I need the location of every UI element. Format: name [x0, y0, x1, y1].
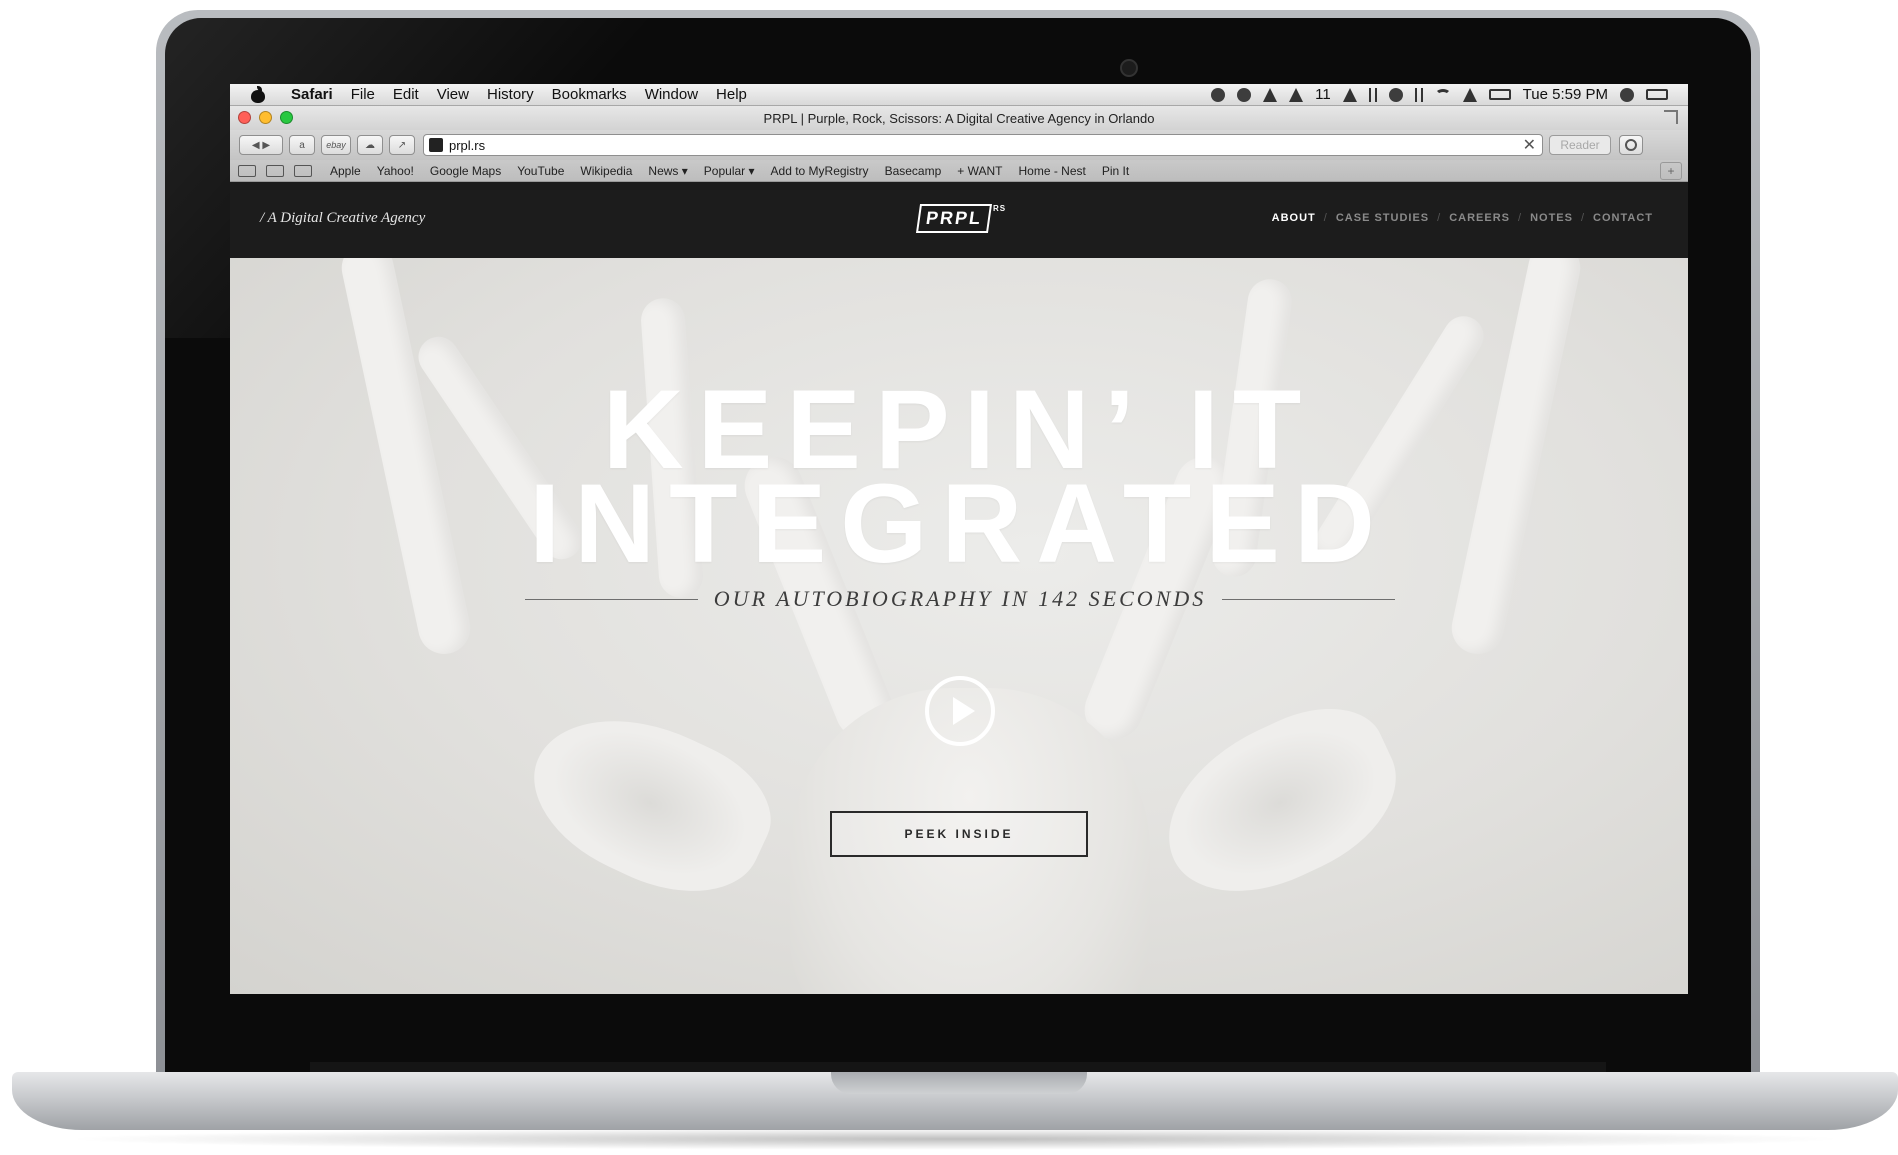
bookmark-wikipedia[interactable]: Wikipedia: [572, 164, 640, 178]
wifi-icon[interactable]: [1434, 88, 1451, 101]
reader-button[interactable]: Reader: [1549, 135, 1611, 155]
bookmark-yahoo[interactable]: Yahoo!: [369, 164, 422, 178]
menu-help[interactable]: Help: [707, 86, 756, 103]
bookmark-youtube[interactable]: YouTube: [509, 164, 572, 178]
nav-careers[interactable]: CAREERS: [1444, 212, 1515, 224]
hero-subtitle-row: OUR AUTOBIOGRAPHY IN 142 SECONDS: [525, 584, 1396, 614]
bluetooth-icon[interactable]: [1414, 87, 1423, 102]
clock[interactable]: Tue 5:59 PM: [1523, 86, 1608, 103]
nav-separator: /: [1580, 212, 1586, 224]
menu-app[interactable]: Safari: [282, 86, 342, 103]
warning-icon[interactable]: [1342, 87, 1357, 102]
ebay-extension-button[interactable]: ebay: [321, 135, 351, 155]
site-tagline: / A Digital Creative Agency: [260, 210, 426, 226]
bookmark-myregistry[interactable]: Add to MyRegistry: [763, 164, 877, 178]
hero-section: KEEPIN’ IT INTEGRATED OUR AUTOBIOGRAPHY …: [230, 258, 1688, 994]
apple-menu-icon[interactable]: [250, 85, 266, 103]
bookmarks-bar: Apple Yahoo! Google Maps YouTube Wikiped…: [230, 160, 1688, 182]
top-sites-grid-icon[interactable]: [294, 164, 312, 177]
laptop-shadow: [60, 1128, 1850, 1150]
hero-subtitle: OUR AUTOBIOGRAPHY IN 142 SECONDS: [713, 586, 1207, 611]
volume-icon[interactable]: [1462, 87, 1477, 102]
window-title: PRPL | Purple, Rock, Scissors: A Digital…: [763, 110, 1155, 126]
address-bar[interactable]: prpl.rs ✕: [423, 134, 1543, 156]
bookmark-pin-it[interactable]: Pin It: [1094, 164, 1137, 178]
nav-about[interactable]: ABOUT: [1267, 212, 1321, 224]
adobe-icon[interactable]: [1289, 87, 1304, 102]
bookmark-home-nest[interactable]: Home - Nest: [1011, 164, 1094, 178]
spotlight-icon[interactable]: [1620, 87, 1634, 102]
menu-edit[interactable]: Edit: [384, 86, 428, 103]
downloads-button[interactable]: [1619, 135, 1643, 155]
minimize-window-button[interactable]: [259, 111, 272, 124]
notification-center-icon[interactable]: [1646, 89, 1668, 100]
status-area: 11 Tue 5:59 PM: [1211, 86, 1688, 103]
battery-icon[interactable]: [1488, 89, 1511, 100]
subtitle-rule-left: [525, 598, 698, 600]
notification-count: 11: [1315, 86, 1331, 103]
window-controls: [238, 111, 293, 124]
deer-ear: [1139, 684, 1421, 922]
back-forward-button[interactable]: ◀ ▶: [239, 135, 283, 155]
zoom-window-button[interactable]: [280, 111, 293, 124]
share-icon[interactable]: ↗: [389, 135, 415, 155]
deer-ear: [509, 684, 791, 922]
nav-separator: /: [1323, 212, 1328, 224]
stop-icon[interactable]: ✕: [1523, 135, 1536, 155]
url-text[interactable]: prpl.rs: [449, 138, 485, 153]
reading-list-icon[interactable]: [238, 164, 256, 177]
new-tab-plus-icon[interactable]: +: [1660, 161, 1682, 180]
nav-separator: /: [1437, 212, 1442, 224]
nav-contact[interactable]: CONTACT: [1588, 212, 1658, 224]
screen: Safari File Edit View History Bookmarks …: [230, 84, 1688, 994]
close-window-button[interactable]: [238, 111, 251, 124]
site-favicon-icon: [429, 138, 443, 152]
window-titlebar: PRPL | Purple, Rock, Scissors: A Digital…: [230, 106, 1688, 130]
bookmark-apple[interactable]: Apple: [322, 164, 369, 178]
camera-icon: [1120, 59, 1138, 77]
dropbox-icon[interactable]: [1211, 87, 1226, 102]
time-machine-icon[interactable]: [1388, 87, 1403, 102]
nav-case-studies[interactable]: CASE STUDIES: [1331, 212, 1434, 224]
site-header: / A Digital Creative Agency PRPL RS ABOU…: [230, 182, 1688, 258]
cursor-icon[interactable]: [1263, 87, 1278, 102]
laptop-notch: [831, 1072, 1087, 1094]
bookmark-basecamp[interactable]: Basecamp: [877, 164, 950, 178]
hero-title-line2: INTEGRATED: [529, 461, 1389, 586]
menu-view[interactable]: View: [428, 86, 478, 103]
logo-text: PRPL: [915, 204, 993, 233]
play-video-icon[interactable]: [925, 676, 995, 746]
site-nav: ABOUT / CASE STUDIES / CAREERS / NOTES /…: [1267, 212, 1658, 224]
menu-window[interactable]: Window: [636, 86, 707, 103]
icloud-tabs-icon[interactable]: ☁: [357, 135, 383, 155]
peek-inside-button[interactable]: PEEK INSIDE: [830, 811, 1088, 857]
menu-file[interactable]: File: [342, 86, 384, 103]
amazon-extension-icon[interactable]: a: [289, 135, 315, 155]
bookmark-popular-folder[interactable]: Popular ▾: [696, 164, 763, 178]
browser-toolbar: ◀ ▶ a ebay ☁ ↗ prpl.rs ✕ Reader: [230, 130, 1688, 160]
nav-notes[interactable]: NOTES: [1525, 212, 1578, 224]
download-icon: [1625, 139, 1637, 151]
bookmark-news-folder[interactable]: News ▾: [640, 164, 695, 178]
bookmark-google-maps[interactable]: Google Maps: [422, 164, 509, 178]
menubar: Safari File Edit View History Bookmarks …: [230, 84, 1688, 106]
evernote-icon[interactable]: [1237, 87, 1252, 102]
script-icon[interactable]: [1368, 87, 1377, 102]
fullscreen-icon[interactable]: [1664, 110, 1678, 124]
bookmarks-book-icon[interactable]: [266, 164, 284, 177]
bookmark-want[interactable]: + WANT: [949, 164, 1010, 178]
subtitle-rule-right: [1222, 598, 1396, 600]
site-logo[interactable]: PRPL RS: [915, 204, 1007, 234]
logo-superscript: RS: [993, 204, 1007, 213]
nav-separator: /: [1518, 212, 1523, 224]
menu-history[interactable]: History: [478, 86, 543, 103]
menu-bookmarks[interactable]: Bookmarks: [543, 86, 636, 103]
